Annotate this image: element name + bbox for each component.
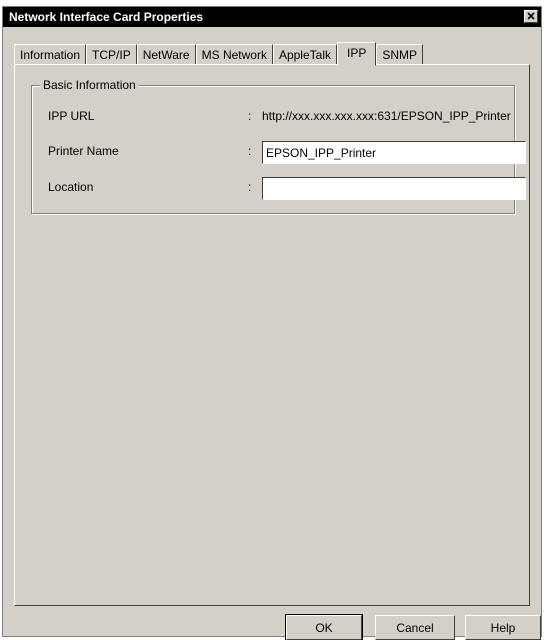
tab-information[interactable]: Information bbox=[14, 44, 87, 65]
tab-appletalk[interactable]: AppleTalk bbox=[272, 44, 337, 65]
cancel-button[interactable]: Cancel bbox=[375, 615, 455, 640]
tab-ms-network[interactable]: MS Network bbox=[195, 44, 273, 65]
properties-dialog: Network Interface Card Properties Inform… bbox=[2, 6, 542, 640]
ipp-url-label: IPP URL bbox=[48, 109, 95, 123]
printer-name-label: Printer Name bbox=[48, 144, 119, 158]
title-bar[interactable]: Network Interface Card Properties bbox=[3, 7, 541, 27]
location-colon: : bbox=[248, 180, 252, 194]
tab-tcp-ip[interactable]: TCP/IP bbox=[86, 44, 137, 65]
help-button[interactable]: Help bbox=[465, 615, 541, 640]
tab-snmp[interactable]: SNMP bbox=[376, 44, 423, 65]
group-label: Basic Information bbox=[40, 78, 139, 92]
location-label: Location bbox=[48, 180, 94, 194]
tab-ipp[interactable]: IPP bbox=[336, 42, 377, 66]
close-button[interactable] bbox=[524, 10, 538, 23]
tab-strip: Information TCP/IP NetWare MS Network Ap… bbox=[14, 41, 423, 66]
location-field[interactable] bbox=[262, 177, 526, 200]
basic-information-group: Basic Information IPP URL : http://xxx.x… bbox=[31, 78, 526, 214]
printer-name-field[interactable] bbox=[262, 141, 526, 164]
ipp-url-colon: : bbox=[248, 109, 252, 123]
ipp-tab-panel: Basic Information IPP URL : http://xxx.x… bbox=[14, 64, 530, 606]
ok-button[interactable]: OK bbox=[285, 614, 363, 640]
tab-netware[interactable]: NetWare bbox=[136, 44, 196, 65]
ipp-url-value: http://xxx.xxx.xxx.xxx:631/EPSON_IPP_Pri… bbox=[262, 109, 511, 123]
printer-name-colon: : bbox=[248, 144, 252, 158]
window-title: Network Interface Card Properties bbox=[9, 10, 204, 24]
close-icon bbox=[527, 12, 535, 20]
